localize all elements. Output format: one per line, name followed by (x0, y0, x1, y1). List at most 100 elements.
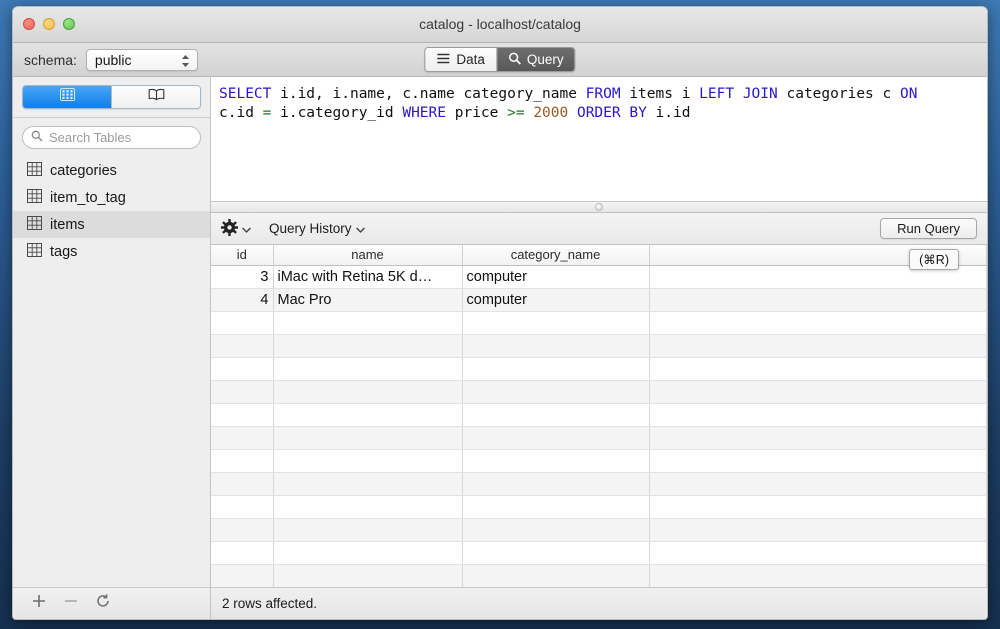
query-history-menu[interactable]: Query History (269, 221, 365, 236)
table-cell-empty[interactable] (649, 311, 987, 334)
list-item[interactable]: tags (13, 238, 210, 265)
sidebar-tab-schema-docs[interactable] (111, 86, 200, 108)
remove-icon[interactable] (63, 593, 79, 614)
table-cell-empty[interactable] (649, 426, 987, 449)
table-row-empty[interactable] (211, 518, 987, 541)
table-cell-empty[interactable] (273, 311, 462, 334)
refresh-icon[interactable] (95, 593, 111, 614)
table-cell-empty[interactable] (462, 334, 649, 357)
list-item-selected[interactable]: items (13, 211, 210, 238)
table-cell-empty[interactable] (211, 449, 273, 472)
table-cell-empty[interactable] (462, 472, 649, 495)
table-cell-empty[interactable] (273, 334, 462, 357)
view-mode-segmented-control[interactable]: Data Query (424, 47, 575, 72)
table-cell[interactable]: 4 (211, 288, 273, 311)
table-cell-empty[interactable] (462, 426, 649, 449)
table-cell-empty[interactable] (462, 403, 649, 426)
table-row-empty[interactable] (211, 357, 987, 380)
settings-menu-button[interactable] (221, 219, 251, 239)
table-cell-empty[interactable] (649, 380, 987, 403)
table-cell-empty[interactable] (273, 518, 462, 541)
table-cell-empty[interactable] (273, 495, 462, 518)
table-cell-empty[interactable] (211, 357, 273, 380)
table-cell[interactable]: computer (462, 265, 649, 288)
table-cell-empty[interactable] (273, 403, 462, 426)
column-header-id[interactable]: id (211, 245, 273, 265)
schema-dropdown[interactable]: public (86, 49, 198, 71)
sidebar-view-switch[interactable] (22, 85, 201, 109)
table-cell-empty[interactable] (211, 380, 273, 403)
table-cell-empty[interactable] (211, 472, 273, 495)
table-row[interactable]: 4Mac Procomputer (211, 288, 987, 311)
sql-editor[interactable]: SELECT i.id, i.name, c.name category_nam… (211, 77, 987, 201)
table-cell-empty[interactable] (649, 495, 987, 518)
table-cell[interactable]: 3 (211, 265, 273, 288)
table-cell[interactable] (649, 288, 987, 311)
search-placeholder: Search Tables (49, 130, 131, 145)
table-cell-empty[interactable] (273, 357, 462, 380)
table-cell-empty[interactable] (462, 495, 649, 518)
table-cell-empty[interactable] (211, 334, 273, 357)
table-cell-empty[interactable] (462, 541, 649, 564)
table-cell-empty[interactable] (462, 564, 649, 587)
table-cell-empty[interactable] (462, 449, 649, 472)
table-cell-empty[interactable] (211, 426, 273, 449)
run-query-button[interactable]: Run Query (880, 218, 977, 239)
table-cell-empty[interactable] (649, 472, 987, 495)
table-cell-empty[interactable] (462, 518, 649, 541)
table-cell-empty[interactable] (273, 426, 462, 449)
table-cell-empty[interactable] (649, 403, 987, 426)
table-cell-empty[interactable] (462, 311, 649, 334)
table-cell-empty[interactable] (273, 472, 462, 495)
table-cell-empty[interactable] (462, 357, 649, 380)
table-row-empty[interactable] (211, 380, 987, 403)
table-cell-empty[interactable] (649, 357, 987, 380)
table-cell[interactable]: iMac with Retina 5K d… (273, 265, 462, 288)
table-cell-empty[interactable] (211, 541, 273, 564)
search-input[interactable]: Search Tables (22, 126, 201, 149)
table-cell-empty[interactable] (273, 564, 462, 587)
tab-data[interactable]: Data (425, 48, 496, 71)
table-cell-empty[interactable] (273, 541, 462, 564)
table-cell-empty[interactable] (649, 449, 987, 472)
column-header-name[interactable]: name (273, 245, 462, 265)
table-row-empty[interactable] (211, 541, 987, 564)
table-cell-empty[interactable] (273, 380, 462, 403)
splitter-knob[interactable] (595, 203, 603, 211)
table-cell-empty[interactable] (211, 564, 273, 587)
table-cell-empty[interactable] (649, 518, 987, 541)
table-cell-empty[interactable] (211, 311, 273, 334)
table-row-empty[interactable] (211, 472, 987, 495)
table-row-empty[interactable] (211, 403, 987, 426)
table-header-row: id name category_name (211, 245, 987, 265)
tab-query[interactable]: Query (496, 48, 575, 71)
list-item[interactable]: categories (13, 157, 210, 184)
column-header-category-name[interactable]: category_name (462, 245, 649, 265)
schema-toolbar: schema: public (13, 43, 987, 77)
table-row-empty[interactable] (211, 564, 987, 587)
table-row-empty[interactable] (211, 495, 987, 518)
table-cell-empty[interactable] (211, 518, 273, 541)
list-item[interactable]: item_to_tag (13, 184, 210, 211)
table-row-empty[interactable] (211, 311, 987, 334)
table-cell[interactable]: Mac Pro (273, 288, 462, 311)
table-cell-empty[interactable] (273, 449, 462, 472)
table-cell-empty[interactable] (649, 564, 987, 587)
table-row-empty[interactable] (211, 334, 987, 357)
table-cell-empty[interactable] (211, 495, 273, 518)
sql-token: >= (507, 105, 524, 121)
table-cell-empty[interactable] (649, 541, 987, 564)
table-cell[interactable]: computer (462, 288, 649, 311)
table-row-empty[interactable] (211, 426, 987, 449)
table-cell-empty[interactable] (649, 334, 987, 357)
add-icon[interactable] (31, 593, 47, 614)
sql-token: JOIN (743, 86, 778, 102)
table-row[interactable]: 3iMac with Retina 5K d…computer (211, 265, 987, 288)
sql-token: i.id, i.name, c.name category_name (271, 86, 585, 102)
table-cell-empty[interactable] (211, 403, 273, 426)
results-grid-wrap[interactable]: id name category_name 3iMac with Retina … (211, 245, 987, 587)
table-cell-empty[interactable] (462, 380, 649, 403)
table-row-empty[interactable] (211, 449, 987, 472)
sidebar-tab-tables[interactable] (23, 86, 111, 108)
pane-splitter[interactable] (211, 201, 987, 213)
